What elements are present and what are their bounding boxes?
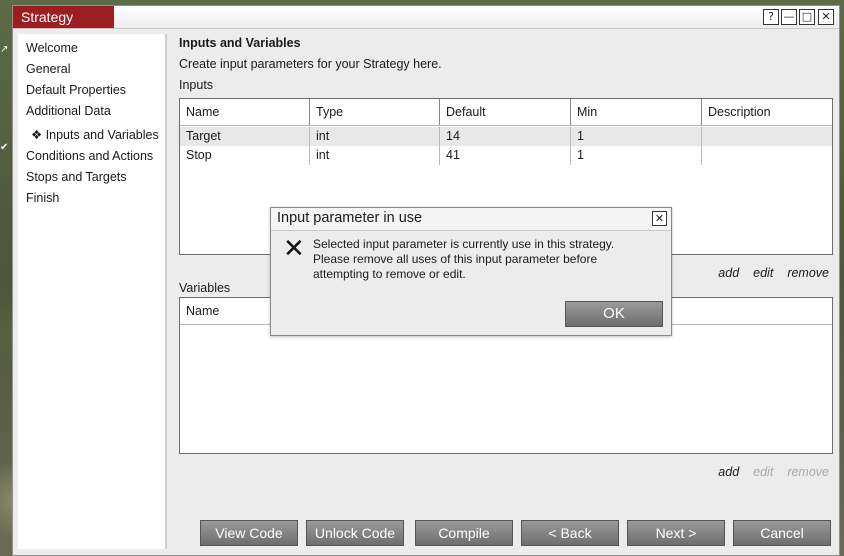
cell-default: 14: [440, 127, 571, 146]
maximize-icon[interactable]: □: [799, 9, 815, 25]
inputs-table-header: Name Type Default Min Description: [180, 99, 832, 126]
sidebar-item-finish[interactable]: Finish: [26, 191, 59, 205]
sidebar-item-conditions-and-actions[interactable]: Conditions and Actions: [26, 149, 153, 163]
variables-add-link[interactable]: add: [718, 465, 739, 479]
variables-edit-link: edit: [753, 465, 774, 479]
variables-remove-link: remove: [787, 465, 829, 479]
cell-default: 41: [440, 146, 571, 165]
sidebar-item-welcome[interactable]: Welcome: [26, 41, 78, 55]
cell-min: 1: [571, 146, 702, 165]
column-header-description[interactable]: Description: [702, 99, 832, 125]
cancel-button[interactable]: Cancel: [733, 520, 831, 546]
window-titlebar[interactable]: Strategy Builder ? — □ ✕: [13, 6, 839, 47]
sidebar-item-default-properties[interactable]: Default Properties: [26, 83, 126, 97]
close-icon[interactable]: ✕: [818, 9, 834, 25]
cell-type: int: [310, 146, 440, 165]
page-title: Inputs and Variables: [179, 36, 301, 50]
variables-actions: add edit remove: [704, 465, 829, 479]
cell-min: 1: [571, 127, 702, 146]
sidebar-item-inputs-and-variables[interactable]: ❖ Inputs and Variables: [31, 127, 159, 142]
sidebar-item-additional-data[interactable]: Additional Data: [26, 104, 111, 118]
inputs-edit-link[interactable]: edit: [753, 266, 773, 280]
column-header-name[interactable]: Name: [180, 99, 310, 125]
cell-name: Target: [180, 127, 310, 146]
table-row[interactable]: Target int 14 1: [180, 127, 832, 146]
variables-label: Variables: [179, 281, 231, 295]
window-title: Strategy Builder: [13, 6, 114, 47]
minimize-icon[interactable]: —: [781, 9, 797, 25]
column-header-type[interactable]: Type: [310, 99, 440, 125]
column-header-default[interactable]: Default: [440, 99, 571, 125]
help-icon[interactable]: ?: [763, 9, 779, 25]
desktop-shortcut-icon[interactable]: ↗: [0, 44, 8, 55]
error-x-icon: ✕: [283, 234, 305, 264]
column-header-min[interactable]: Min: [571, 99, 702, 125]
sidebar-item-stops-and-targets[interactable]: Stops and Targets: [26, 170, 127, 184]
inputs-add-link[interactable]: add: [718, 266, 739, 280]
cell-name: Stop: [180, 146, 310, 165]
unlock-code-button[interactable]: Unlock Code: [306, 520, 404, 546]
wizard-sidebar: Welcome General Default Properties Addit…: [18, 34, 167, 549]
inputs-label: Inputs: [179, 78, 214, 92]
back-button[interactable]: < Back: [521, 520, 619, 546]
cell-description: [702, 146, 832, 165]
dialog-title: Input parameter in use: [277, 210, 423, 226]
ok-button[interactable]: OK: [565, 301, 663, 327]
table-row[interactable]: Stop int 41 1: [180, 146, 832, 165]
cell-description: [702, 127, 832, 146]
dialog-titlebar[interactable]: Input parameter in use ✕: [271, 208, 671, 231]
close-icon[interactable]: ✕: [652, 211, 667, 226]
compile-button[interactable]: Compile: [415, 520, 513, 546]
view-code-button[interactable]: View Code: [200, 520, 298, 546]
page-subtitle: Create input parameters for your Strateg…: [179, 57, 442, 71]
cell-type: int: [310, 127, 440, 146]
desktop-check-icon[interactable]: ✔: [0, 142, 8, 153]
input-in-use-dialog: Input parameter in use ✕ ✕ Selected inpu…: [270, 207, 672, 336]
inputs-remove-link[interactable]: remove: [787, 266, 829, 280]
next-button[interactable]: Next >: [627, 520, 725, 546]
dialog-message: Selected input parameter is currently us…: [313, 237, 615, 281]
sidebar-item-general[interactable]: General: [26, 62, 70, 76]
inputs-actions: add edit remove: [704, 266, 829, 280]
